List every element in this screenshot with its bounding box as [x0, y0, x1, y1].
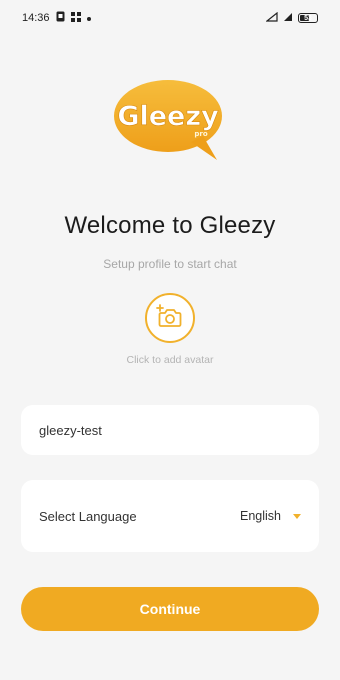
sim-icon — [56, 11, 65, 25]
continue-button[interactable]: Continue — [21, 587, 319, 631]
camera-add-icon — [156, 303, 184, 333]
status-left: 14:36 — [22, 11, 91, 25]
grid-icon — [70, 11, 81, 25]
gleezy-logo: Gleezy pro — [113, 78, 227, 162]
status-right: 53 — [265, 11, 318, 25]
language-value: English — [240, 509, 281, 523]
language-label: Select Language — [39, 508, 137, 524]
speech-bubble-logo-icon: Gleezy pro — [114, 80, 222, 160]
username-input[interactable] — [39, 422, 301, 438]
logo-sub-text: pro — [194, 130, 207, 138]
username-field[interactable] — [21, 405, 319, 455]
status-time: 14:36 — [22, 12, 50, 24]
language-dropdown[interactable]: English — [240, 509, 301, 523]
caret-down-icon — [293, 513, 301, 519]
avatar-hint: Click to add avatar — [126, 354, 214, 366]
battery-level: 53 — [304, 14, 312, 22]
wifi-icon — [283, 12, 293, 25]
status-bar: 14:36 53 — [0, 0, 340, 36]
battery-icon: 53 — [298, 13, 318, 23]
dot-icon — [86, 12, 91, 24]
language-selector[interactable]: Select Language English — [21, 480, 319, 552]
signal-icon — [265, 11, 278, 25]
add-avatar-button[interactable] — [145, 293, 195, 343]
welcome-title: Welcome to Gleezy — [64, 212, 276, 239]
logo-text: Gleezy — [117, 101, 219, 132]
welcome-subtitle: Setup profile to start chat — [103, 257, 237, 271]
